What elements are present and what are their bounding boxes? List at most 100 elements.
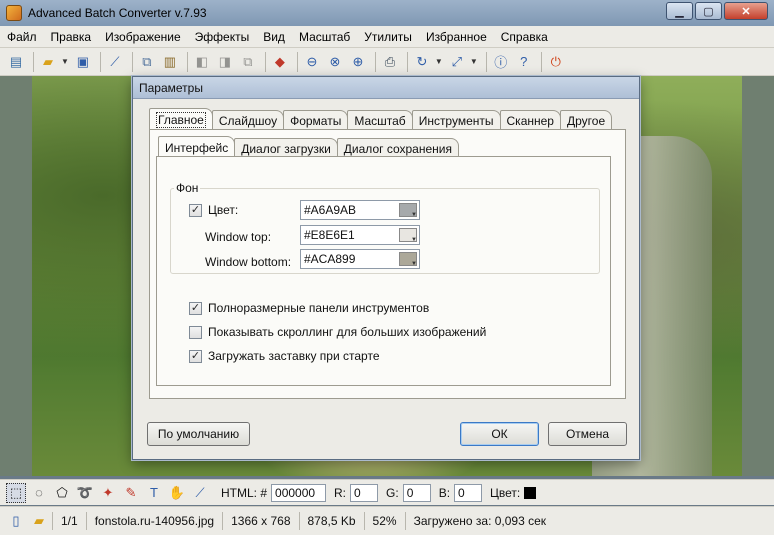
text-icon[interactable]: T: [144, 483, 164, 503]
menu-bar: Файл Правка Изображение Эффекты Вид Масш…: [0, 26, 774, 48]
tab-scanner[interactable]: Сканнер: [499, 110, 561, 130]
b-input[interactable]: 0: [454, 483, 483, 502]
tab-other[interactable]: Другое: [559, 110, 613, 130]
resize-dropdown-icon[interactable]: ▼: [470, 57, 478, 66]
status-dimensions: 1366 x 768: [222, 512, 298, 530]
minimize-button[interactable]: ▁: [666, 2, 693, 20]
color-preview-swatch[interactable]: [524, 486, 537, 499]
hand-icon[interactable]: ✋: [167, 483, 187, 503]
g-label: G:: [386, 485, 399, 500]
print-icon[interactable]: ⎙: [380, 52, 400, 72]
copy-icon[interactable]: ⧉: [137, 52, 157, 72]
tab-tools[interactable]: Инструменты: [411, 110, 501, 130]
toolbar-separator: [485, 51, 487, 72]
html-label: HTML: #: [221, 485, 268, 500]
tab-load-dialog[interactable]: Диалог загрузки: [234, 138, 338, 158]
prev-icon: ◧: [195, 53, 209, 69]
toolbar-separator: [264, 51, 266, 72]
tab-general[interactable]: Главное: [149, 108, 213, 130]
color-checkbox[interactable]: ✓: [189, 203, 202, 217]
menu-file[interactable]: Файл: [0, 30, 44, 44]
title-bar: Advanced Batch Converter v.7.93 ▁ ▢ ✕: [0, 0, 774, 26]
exit-icon[interactable]: ⏻: [546, 52, 566, 72]
dialog-title: Параметры: [133, 77, 639, 99]
window-top-value: #E8E6E1: [304, 228, 355, 242]
show-scrolling-checkbox[interactable]: [189, 325, 202, 339]
option-row: ✓ Полноразмерные панели инструментов: [189, 301, 429, 315]
toolbar-separator: [406, 51, 408, 72]
html-color-input[interactable]: 000000: [271, 483, 327, 502]
toolbar-separator: [186, 51, 188, 72]
batch-icon[interactable]: ▤: [6, 52, 26, 72]
menu-utilities[interactable]: Утилиты: [357, 30, 419, 44]
eyedropper-tool-icon[interactable]: ⟋: [190, 483, 210, 503]
g-input[interactable]: 0: [402, 483, 431, 502]
new-file-icon[interactable]: ▯: [6, 511, 26, 531]
window-bottom-value: #ACA899: [304, 252, 356, 266]
toolbar-separator: [374, 51, 376, 72]
splash-screen-checkbox[interactable]: ✓: [189, 349, 202, 363]
color-field[interactable]: #A6A9AB ▼: [300, 200, 420, 220]
chevron-down-icon[interactable]: ▼: [411, 212, 417, 218]
menu-image[interactable]: Изображение: [98, 30, 188, 44]
menu-effects[interactable]: Эффекты: [188, 30, 257, 44]
zoom-in-icon[interactable]: ⊕: [348, 52, 368, 72]
toolbar-separator: [540, 51, 542, 72]
window-bottom-row: Window bottom:: [205, 255, 291, 269]
menu-favorites[interactable]: Избранное: [419, 30, 494, 44]
resize-icon[interactable]: ⤢: [447, 52, 467, 72]
bookmark-icon[interactable]: ◆: [270, 52, 290, 72]
chevron-down-icon[interactable]: ▼: [411, 261, 417, 267]
magic-wand-icon[interactable]: ✦: [98, 483, 118, 503]
save-icon[interactable]: ▣: [73, 52, 93, 72]
chevron-down-icon[interactable]: ▼: [411, 237, 417, 243]
menu-view[interactable]: Вид: [256, 30, 292, 44]
tab-scale[interactable]: Масштаб: [347, 110, 413, 130]
rotate-dropdown-icon[interactable]: ▼: [435, 57, 443, 66]
window-top-field[interactable]: #E8E6E1 ▼: [300, 225, 420, 245]
tools-bar: ⬚ ◌ ⬠ ➰ ✦ ✎ T ✋ ⟋ HTML: # 000000 R: 0 G:…: [0, 479, 774, 505]
zoom-fit-icon[interactable]: ⊗: [325, 52, 345, 72]
toolbar-separator: [131, 51, 133, 72]
background-group-label: Фон: [174, 181, 201, 195]
b-label: B:: [438, 485, 451, 500]
folder-icon[interactable]: ▰: [29, 511, 49, 531]
menu-scale[interactable]: Масштаб: [292, 30, 357, 44]
cancel-button[interactable]: Отмена: [548, 422, 627, 446]
tab-save-dialog[interactable]: Диалог сохранения: [336, 138, 459, 158]
tab-interface[interactable]: Интерфейс: [158, 136, 236, 158]
pages-icon: ⧉: [243, 53, 253, 69]
info-icon[interactable]: ⓘ: [491, 52, 511, 72]
status-index: 1/1: [52, 512, 86, 530]
close-button[interactable]: ✕: [724, 2, 768, 20]
menu-edit[interactable]: Правка: [44, 30, 99, 44]
paste-icon[interactable]: ▥: [160, 52, 180, 72]
eyedropper-icon[interactable]: ⟋: [105, 52, 125, 72]
maximize-button[interactable]: ▢: [695, 2, 722, 20]
lasso-icon[interactable]: ➰: [75, 483, 95, 503]
status-loaded: Загружено за: 0,093 сек: [404, 512, 554, 530]
window-title: Advanced Batch Converter v.7.93: [28, 6, 207, 20]
default-button[interactable]: По умолчанию: [147, 422, 250, 446]
menu-help[interactable]: Справка: [494, 30, 555, 44]
help-icon[interactable]: ?: [514, 52, 534, 72]
polygon-select-icon[interactable]: ⬠: [52, 483, 72, 503]
fullsize-toolbars-checkbox[interactable]: ✓: [189, 301, 202, 315]
ellipse-select-icon[interactable]: ◌: [29, 483, 49, 503]
pen-icon[interactable]: ✎: [121, 483, 141, 503]
fullsize-toolbars-label: Полноразмерные панели инструментов: [208, 301, 430, 315]
open-dropdown-icon[interactable]: ▼: [61, 57, 69, 66]
toolbar-separator: [296, 51, 298, 72]
open-folder-icon[interactable]: ▰: [38, 52, 58, 72]
tab-slideshow[interactable]: Слайдшоу: [211, 110, 285, 130]
ok-button[interactable]: ОК: [460, 422, 539, 446]
tab-formats[interactable]: Форматы: [283, 110, 349, 130]
rect-select-icon[interactable]: ⬚: [6, 482, 26, 503]
canvas-left-margin: [0, 76, 32, 476]
status-bar: ▯ ▰ 1/1 fonstola.ru-140956.jpg 1366 x 76…: [0, 506, 774, 535]
r-input[interactable]: 0: [350, 483, 379, 502]
toolbar-separator: [99, 51, 101, 72]
zoom-out-icon[interactable]: ⊖: [302, 52, 322, 72]
window-bottom-field[interactable]: #ACA899 ▼: [300, 249, 420, 269]
rotate-icon[interactable]: ↻: [412, 52, 432, 72]
